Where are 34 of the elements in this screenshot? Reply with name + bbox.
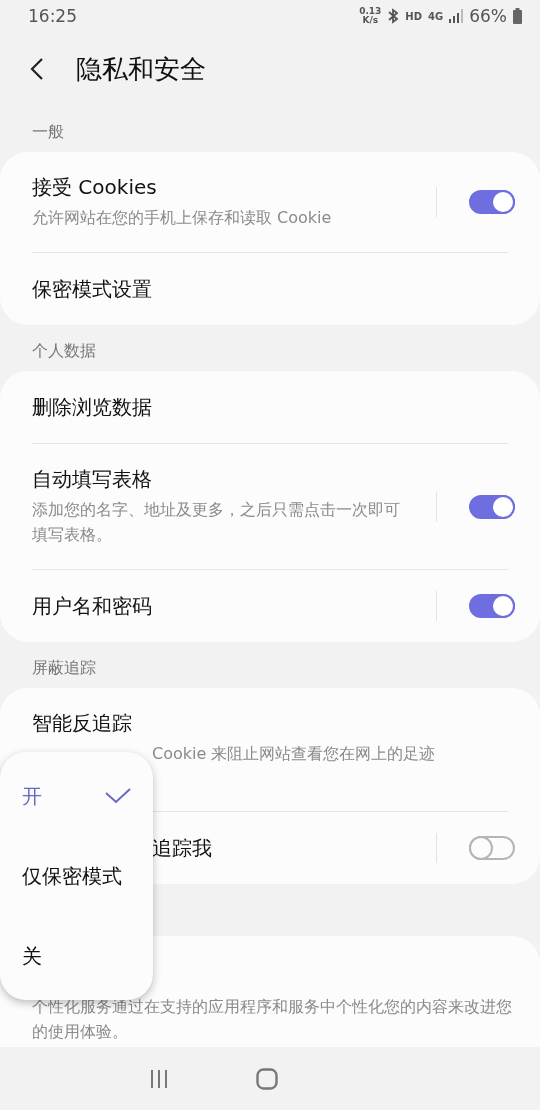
section-label: 一般 — [31, 121, 65, 143]
home-icon[interactable] — [256, 1067, 279, 1090]
setting-description: 允许网站在您的手机上保存和读取 Cookie — [32, 207, 332, 229]
setting-title[interactable]: 智能反追踪 — [32, 710, 132, 737]
page-title: 隐私和安全 — [76, 52, 206, 86]
status-time: 16:25 — [28, 6, 77, 26]
toggle-switch[interactable] — [469, 190, 515, 214]
setting-description: 添加您的名字、地址及更多，之后只需点击一次即可填写表格。 — [32, 499, 401, 546]
toggle-switch[interactable] — [469, 836, 515, 860]
battery-icon — [513, 8, 522, 24]
net-speed-unit: K/s — [362, 16, 379, 25]
setting-title[interactable]: 自动填写表格 — [32, 466, 152, 493]
battery-level: 66% — [469, 6, 507, 26]
checkmark-icon — [105, 788, 131, 804]
back-icon[interactable] — [30, 57, 44, 81]
section-label: 屏蔽追踪 — [31, 657, 97, 679]
network-label: 4G — [428, 10, 444, 22]
menu-option[interactable]: 关 — [0, 931, 153, 981]
setting-title[interactable]: 用户名和密码 — [32, 592, 152, 620]
toggle-switch[interactable] — [469, 594, 515, 618]
recent-apps-icon[interactable] — [148, 1068, 169, 1089]
hd-label: HD — [405, 10, 423, 22]
setting-title[interactable]: 保密模式设置 — [32, 275, 152, 303]
setting-title[interactable]: 删除浏览数据 — [32, 393, 152, 421]
signal-icon — [449, 9, 464, 23]
section-label: 个人数据 — [31, 340, 97, 362]
setting-description: Cookie 来阻止网站查看您在网上的足迹 — [152, 743, 436, 765]
menu-option[interactable]: 仅保密模式 — [0, 851, 153, 901]
menu-option[interactable]: 开 — [0, 771, 153, 821]
bluetooth-icon — [387, 8, 400, 24]
setting-title[interactable]: 追踪我 — [152, 834, 212, 862]
net-speed-value: 0.13 — [359, 7, 382, 16]
setting-title[interactable]: 接受 Cookies — [32, 174, 157, 201]
toggle-switch[interactable] — [469, 494, 515, 519]
